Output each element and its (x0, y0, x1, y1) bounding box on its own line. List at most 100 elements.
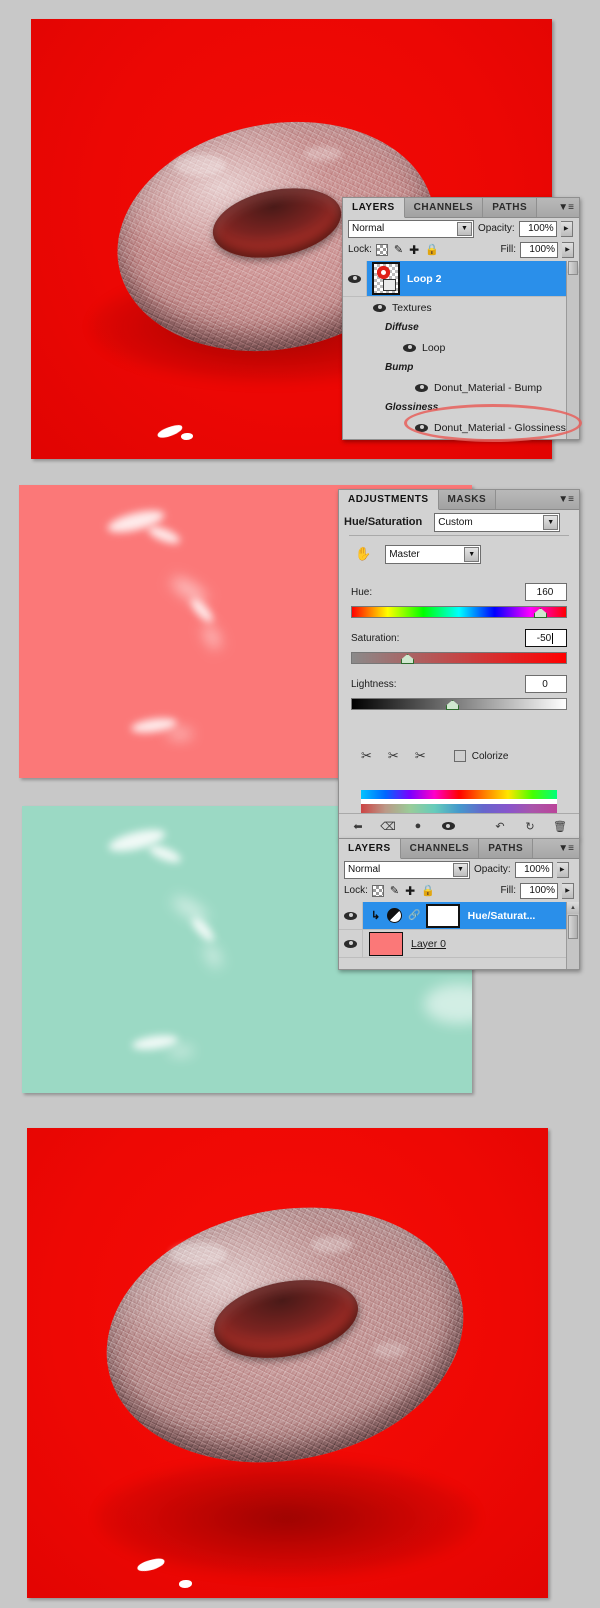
chevron-down-icon[interactable]: ▼ (543, 514, 559, 530)
adjustments-panel[interactable]: ADJUSTMENTS MASKS ▼≡ Hue/Saturation Cust… (338, 489, 580, 839)
fill-stepper[interactable]: ▶ (562, 241, 574, 258)
panel-tabbar[interactable]: LAYERS CHANNELS PATHS ▼≡ (343, 198, 579, 218)
eye-icon[interactable] (415, 383, 428, 393)
brush-lock-icon[interactable]: ✎ (394, 243, 403, 256)
tab-adjustments[interactable]: ADJUSTMENTS (339, 490, 439, 510)
delete-adjustment-layer-icon[interactable]: 🗑 (551, 818, 569, 834)
move-lock-icon[interactable]: ✚ (405, 884, 415, 898)
layer-name[interactable]: Hue/Saturat... (468, 910, 536, 922)
preview-eye-icon[interactable] (439, 818, 457, 834)
table-row[interactable]: Loop 2 (343, 261, 579, 297)
colorize-checkbox[interactable] (453, 750, 466, 762)
tab-paths[interactable]: PATHS (479, 839, 534, 858)
eyedropper-add-icon[interactable]: ✂ (388, 748, 399, 764)
lock-icon-group[interactable]: ✎ ✚ 🔒 (375, 243, 439, 257)
panel-menu-icon[interactable]: ▼≡ (553, 198, 579, 217)
channel-select[interactable]: Master ▼ (385, 544, 482, 564)
layer-list-scrollbar[interactable]: ▲ (566, 902, 579, 969)
eye-icon[interactable] (373, 303, 386, 313)
tab-channels[interactable]: CHANNELS (400, 839, 480, 858)
texture-name[interactable]: Donut_Material - Glossiness (434, 422, 566, 434)
panel-menu-icon[interactable]: ▼≡ (553, 839, 579, 858)
layer-thumbnail[interactable] (369, 931, 403, 956)
tab-paths[interactable]: PATHS (483, 198, 538, 217)
fill-value[interactable]: 100% (520, 241, 558, 258)
transparency-lock-icon[interactable] (375, 243, 388, 256)
eyedropper-row[interactable]: ✂ ✂ ✂ Colorize (361, 748, 508, 764)
layer-name[interactable]: Layer 0 (411, 938, 446, 950)
eyedropper-subtract-icon[interactable]: ✂ (415, 748, 426, 764)
panel-tabbar[interactable]: LAYERS CHANNELS PATHS ▼≡ (339, 839, 579, 859)
slider-hue[interactable]: Hue: 160 (339, 583, 579, 618)
layer-visibility-toggle[interactable] (339, 930, 363, 957)
blend-opacity-row[interactable]: Normal ▼ Opacity: 100% ▶ (343, 218, 579, 239)
channel-row[interactable]: ✋ Master ▼ (339, 542, 579, 566)
lock-icon-group[interactable]: ✎ ✚ 🔒 (371, 884, 435, 898)
texture-name[interactable]: Loop (422, 342, 445, 354)
fill-value[interactable]: 100% (520, 882, 558, 899)
brush-lock-icon[interactable]: ✎ (390, 884, 399, 897)
lock-fill-row[interactable]: Lock: ✎ ✚ 🔒 Fill: 100% ▶ (343, 239, 579, 260)
layer-list[interactable]: ↳ 🔗 Hue/Saturat... Layer 0 ▲ (339, 902, 579, 969)
preset-select[interactable]: Custom ▼ (434, 512, 561, 532)
opacity-value[interactable]: 100% (518, 220, 557, 237)
layer-list-scrollbar[interactable]: ▲ (566, 261, 579, 439)
chevron-down-icon[interactable]: ▼ (464, 546, 480, 562)
table-row[interactable]: Donut_Material - Bump (343, 377, 579, 398)
saturation-value[interactable]: -50 (525, 629, 567, 647)
reset-adjustment-icon[interactable]: ↻ (521, 818, 539, 834)
layer-name[interactable]: Loop 2 (407, 273, 441, 285)
layer-visibility-toggle[interactable] (343, 261, 367, 296)
eye-icon[interactable] (415, 423, 428, 433)
layer-thumbnail[interactable] (372, 262, 400, 295)
eye-icon[interactable] (348, 274, 361, 284)
layers-panel-top[interactable]: LAYERS CHANNELS PATHS ▼≡ Normal ▼ Opacit… (342, 197, 580, 440)
reset-to-previous-icon[interactable]: ↶ (491, 818, 509, 834)
opacity-stepper[interactable]: ▶ (556, 861, 569, 878)
slider-lightness[interactable]: Lightness: 0 (339, 675, 579, 710)
return-to-adjustment-list-icon[interactable]: ⬅ (349, 818, 367, 834)
fill-stepper[interactable]: ▶ (562, 882, 574, 899)
panel-menu-icon[interactable]: ▼≡ (553, 490, 579, 509)
table-row[interactable]: Loop (343, 337, 579, 358)
tab-layers[interactable]: LAYERS (339, 839, 401, 859)
panel-tabbar[interactable]: ADJUSTMENTS MASKS ▼≡ (339, 490, 579, 510)
lightness-slider-track[interactable] (351, 698, 567, 710)
opacity-value[interactable]: 100% (514, 861, 553, 878)
lock-fill-row[interactable]: Lock: ✎ ✚ 🔒 Fill: 100% ▶ (339, 880, 579, 901)
blend-mode-select[interactable]: Normal ▼ (344, 860, 470, 879)
tab-masks[interactable]: MASKS (438, 490, 497, 509)
on-image-adjust-icon[interactable]: ✋ (355, 546, 371, 562)
move-lock-icon[interactable]: ✚ (409, 243, 419, 257)
chevron-down-icon[interactable]: ▼ (457, 221, 472, 236)
chevron-down-icon[interactable]: ▼ (453, 862, 468, 877)
adjustments-toolbar[interactable]: ⬅ ⌫ ● ↶ ↻ 🗑 (339, 813, 579, 838)
scroll-thumb[interactable] (568, 915, 578, 939)
transparency-lock-icon[interactable] (371, 884, 384, 897)
layers-panel-bottom[interactable]: LAYERS CHANNELS PATHS ▼≡ Normal ▼ Opacit… (338, 838, 580, 970)
eye-icon[interactable] (403, 343, 416, 353)
lightness-value[interactable]: 0 (525, 675, 567, 693)
tab-channels[interactable]: CHANNELS (404, 198, 484, 217)
slider-saturation[interactable]: Saturation: -50 (339, 629, 579, 664)
toggle-layer-visibility-icon[interactable]: ● (409, 818, 427, 834)
layer-list[interactable]: Loop 2 Textures Diffuse Loop Bump Donut_… (343, 261, 579, 439)
layer-visibility-toggle[interactable] (339, 902, 363, 929)
all-lock-icon[interactable]: 🔒 (421, 884, 435, 897)
hue-value[interactable]: 160 (525, 583, 567, 601)
texture-name[interactable]: Donut_Material - Bump (434, 382, 542, 394)
link-icon[interactable]: 🔗 (408, 910, 420, 921)
eye-icon[interactable] (344, 939, 357, 949)
opacity-stepper[interactable]: ▶ (560, 220, 573, 237)
tab-layers[interactable]: LAYERS (343, 198, 405, 218)
scroll-thumb[interactable] (568, 261, 578, 275)
hue-saturation-icon[interactable] (387, 908, 403, 923)
group-name[interactable]: Textures (392, 302, 432, 314)
eye-icon[interactable] (344, 911, 357, 921)
table-row[interactable]: Layer 0 (339, 930, 579, 958)
table-row[interactable]: ↳ 🔗 Hue/Saturat... (339, 902, 579, 930)
table-row[interactable]: Donut_Material - Glossiness (343, 417, 579, 438)
scroll-up-arrow-icon[interactable]: ▲ (567, 902, 579, 914)
clip-to-layer-icon[interactable]: ⌫ (379, 818, 397, 834)
all-lock-icon[interactable]: 🔒 (425, 243, 439, 256)
